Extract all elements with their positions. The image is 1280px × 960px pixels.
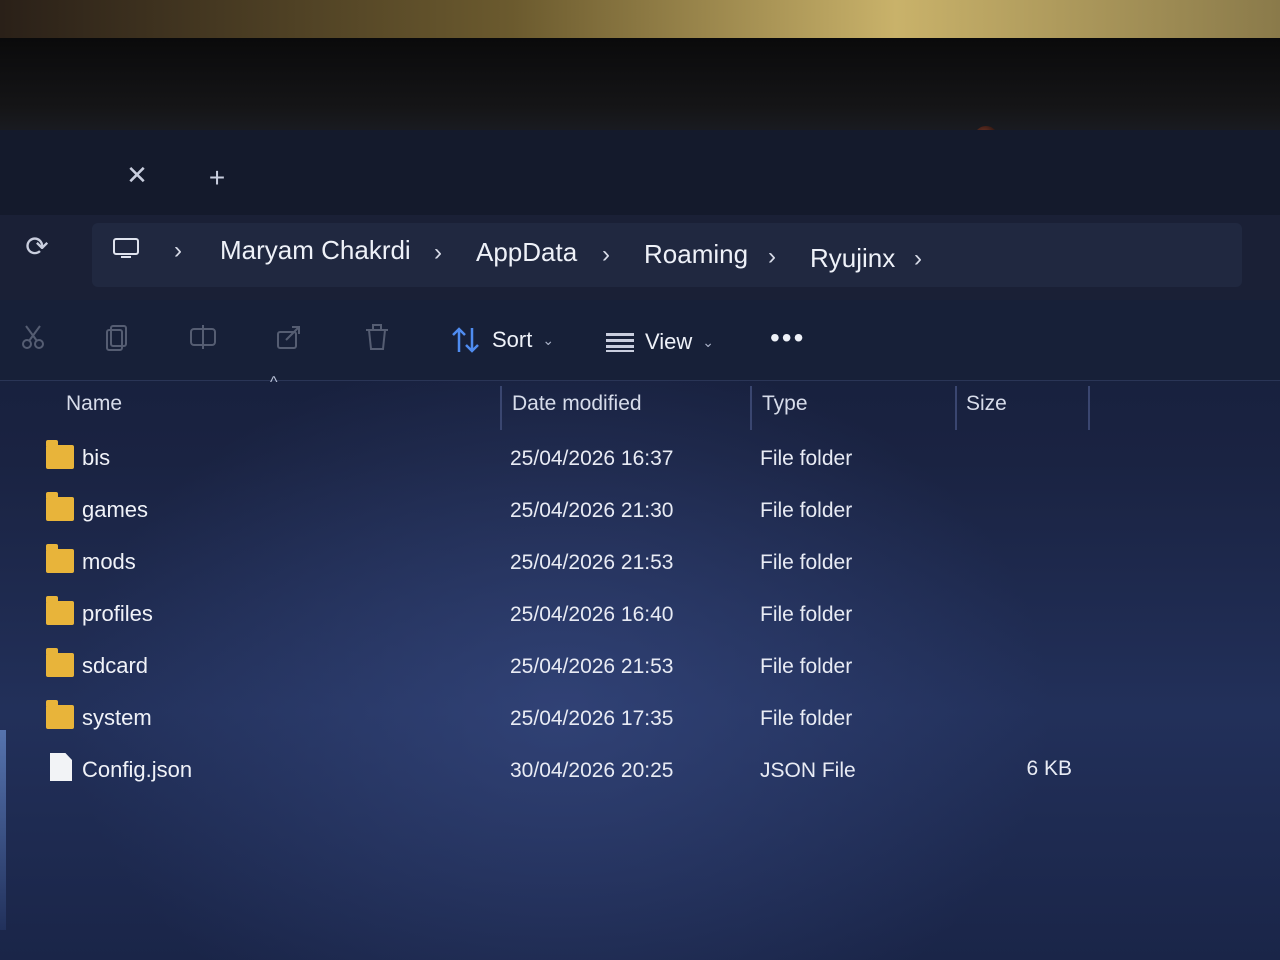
more-options-button[interactable]: ••• — [770, 322, 805, 354]
column-type[interactable]: Type — [762, 392, 808, 416]
this-pc-icon[interactable] — [112, 237, 140, 261]
column-divider[interactable] — [955, 386, 957, 430]
chevron-right-icon[interactable]: › — [174, 237, 182, 265]
chevron-down-icon: ⌄ — [702, 333, 715, 350]
new-tab-button[interactable]: + — [202, 163, 232, 193]
file-type: File folder — [760, 707, 853, 730]
list-view-icon — [606, 333, 634, 352]
laptop-bezel — [0, 38, 1280, 150]
chevron-right-icon[interactable]: › — [914, 245, 922, 273]
column-name[interactable]: Name — [66, 392, 122, 416]
file-date: 25/04/2026 17:35 — [510, 707, 674, 730]
copy-icon[interactable] — [102, 322, 132, 352]
chevron-right-icon[interactable]: › — [768, 243, 776, 271]
file-name: games — [82, 497, 149, 522]
file-type: File folder — [760, 447, 853, 470]
column-size[interactable]: Size — [966, 392, 1007, 416]
cut-icon[interactable] — [18, 322, 48, 352]
photo-background — [0, 0, 1280, 40]
sort-arrows-icon — [452, 327, 479, 353]
view-label: View — [645, 329, 693, 354]
refresh-icon[interactable]: ⟳ — [20, 230, 54, 264]
chevron-right-icon[interactable]: › — [602, 241, 610, 269]
delete-icon[interactable] — [362, 322, 392, 352]
breadcrumb-appdata[interactable]: AppData — [476, 237, 577, 268]
breadcrumb-user[interactable]: Maryam Chakrdi — [220, 235, 411, 266]
column-divider[interactable] — [750, 386, 752, 430]
sort-label: Sort — [492, 327, 533, 352]
address-row: ⟳ › Maryam Chakrdi › AppData › Roaming ›… — [0, 215, 1280, 300]
folder-icon — [46, 440, 74, 469]
folder-icon — [46, 596, 74, 625]
column-date-modified[interactable]: Date modified — [512, 392, 642, 416]
column-divider[interactable] — [500, 386, 502, 430]
window-edge-glow — [0, 730, 6, 930]
file-row[interactable]: Config.json 30/04/2026 20:25 JSON File 6… — [0, 747, 1280, 797]
file-row[interactable]: system 25/04/2026 17:35 File folder — [0, 695, 1280, 745]
chevron-right-icon[interactable]: › — [434, 239, 442, 267]
folder-icon — [46, 544, 74, 573]
folder-icon — [46, 492, 74, 521]
column-divider[interactable] — [1088, 386, 1090, 430]
file-row[interactable]: mods 25/04/2026 21:53 File folder — [0, 539, 1280, 589]
file-type: File folder — [760, 499, 853, 522]
close-tab-icon[interactable]: ✕ — [122, 160, 152, 190]
chevron-down-icon: ⌄ — [542, 331, 555, 348]
breadcrumb-ryujinx[interactable]: Ryujinx — [810, 243, 895, 274]
folder-icon — [46, 700, 74, 729]
file-date: 25/04/2026 21:30 — [510, 499, 674, 522]
file-icon — [50, 753, 72, 781]
file-row[interactable]: bis 25/04/2026 16:37 File folder — [0, 435, 1280, 485]
breadcrumb-roaming[interactable]: Roaming — [644, 239, 748, 270]
file-date: 25/04/2026 16:40 — [510, 603, 674, 626]
file-name: bis — [82, 445, 111, 470]
tab-bar: ✕ + — [0, 130, 1280, 215]
file-name: sdcard — [82, 653, 149, 678]
file-size: 6 KB — [1026, 757, 1072, 780]
file-date: 25/04/2026 21:53 — [510, 655, 674, 678]
file-row[interactable]: profiles 25/04/2026 16:40 File folder — [0, 591, 1280, 641]
column-header: ^ Name Date modified Type Size — [0, 374, 1280, 432]
file-name: mods — [82, 549, 136, 574]
file-date: 30/04/2026 20:25 — [510, 759, 674, 782]
sort-button[interactable]: Sort ⌄ — [450, 325, 554, 355]
file-date: 25/04/2026 21:53 — [510, 551, 674, 574]
file-type: File folder — [760, 655, 853, 678]
command-bar: Sort ⌄ View ⌄ ••• — [0, 300, 1280, 381]
file-name: system — [82, 705, 152, 730]
view-button[interactable]: View ⌄ — [605, 327, 714, 357]
file-explorer-window: ✕ + ⟳ › Maryam Chakrdi › AppData › Roami… — [0, 130, 1280, 960]
file-date: 25/04/2026 16:37 — [510, 447, 674, 470]
file-row[interactable]: games 25/04/2026 21:30 File folder — [0, 487, 1280, 537]
file-type: File folder — [760, 551, 853, 574]
folder-icon — [46, 648, 74, 677]
share-icon[interactable] — [274, 322, 304, 352]
file-name: profiles — [82, 601, 153, 626]
file-type: File folder — [760, 603, 853, 626]
rename-icon[interactable] — [188, 322, 218, 352]
address-bar[interactable]: › Maryam Chakrdi › AppData › Roaming › R… — [92, 223, 1242, 287]
file-row[interactable]: sdcard 25/04/2026 21:53 File folder — [0, 643, 1280, 693]
file-type: JSON File — [760, 759, 856, 782]
file-name: Config.json — [82, 757, 193, 782]
sort-ascending-icon: ^ — [270, 374, 278, 391]
